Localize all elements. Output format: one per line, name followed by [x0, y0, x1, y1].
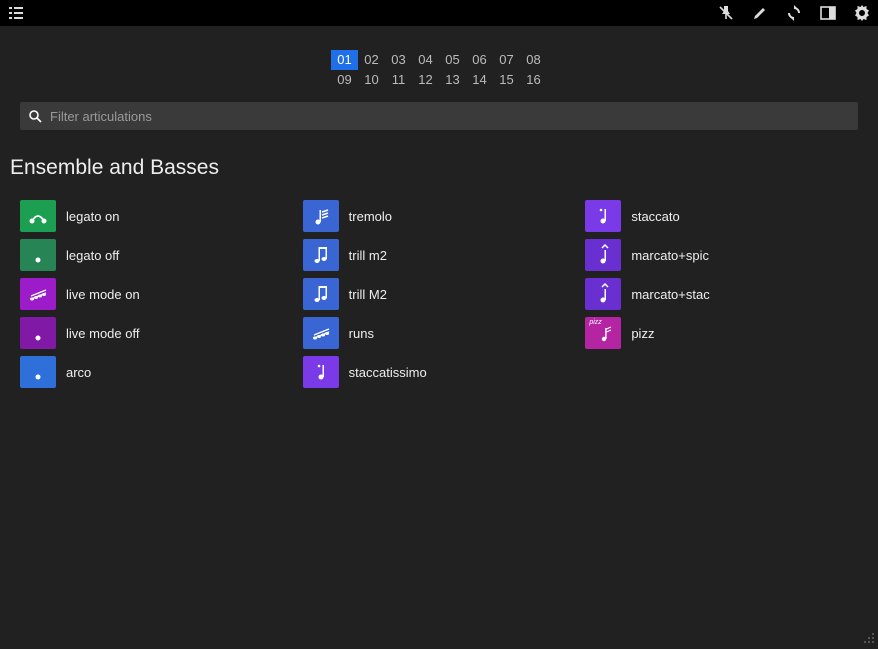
tremolo-icon [303, 200, 339, 232]
top-toolbar [0, 0, 878, 26]
articulation-label: tremolo [349, 209, 392, 224]
pizz-icon: pizz [585, 317, 621, 349]
resize-grip[interactable] [863, 631, 875, 643]
pin-off-icon[interactable] [718, 5, 734, 21]
channel-16[interactable]: 16 [520, 70, 547, 90]
channel-15[interactable]: 15 [493, 70, 520, 90]
articulation-tremolo[interactable]: tremolo [303, 200, 586, 232]
articulation-label: marcato+spic [631, 248, 709, 263]
runs-icon [20, 278, 56, 310]
articulation-label: legato on [66, 209, 120, 224]
channel-09[interactable]: 09 [331, 70, 358, 90]
articulation-label: pizz [631, 326, 654, 341]
articulation-legato-off[interactable]: legato off [20, 239, 303, 271]
runs-icon [303, 317, 339, 349]
articulation-label: runs [349, 326, 374, 341]
channel-12[interactable]: 12 [412, 70, 439, 90]
channel-07[interactable]: 07 [493, 50, 520, 70]
channel-14[interactable]: 14 [466, 70, 493, 90]
articulation-label: trill M2 [349, 287, 387, 302]
channel-05[interactable]: 05 [439, 50, 466, 70]
articulation-trill-m2[interactable]: trill M2 [303, 278, 586, 310]
filter-bar [20, 102, 858, 130]
filter-input[interactable] [50, 109, 850, 124]
search-icon [28, 109, 42, 123]
gear-icon[interactable] [854, 5, 870, 21]
articulation-pizz[interactable]: pizz pizz [585, 317, 868, 349]
stacc-icon [303, 356, 339, 388]
legato-icon [20, 200, 56, 232]
dot-icon [20, 317, 56, 349]
menu-list-icon[interactable] [8, 5, 24, 21]
articulation-trill-m2[interactable]: trill m2 [303, 239, 586, 271]
channel-06[interactable]: 06 [466, 50, 493, 70]
dot-icon [20, 239, 56, 271]
articulation-legato-on[interactable]: legato on [20, 200, 303, 232]
articulation-label: staccato [631, 209, 679, 224]
articulation-grid: legato on legato off live mode on live mode… [20, 200, 868, 388]
articulation-label: marcato+stac [631, 287, 709, 302]
channel-13[interactable]: 13 [439, 70, 466, 90]
marcato-icon [585, 239, 621, 271]
articulation-label: legato off [66, 248, 119, 263]
trill-icon [303, 278, 339, 310]
articulation-label: staccatissimo [349, 365, 427, 380]
channel-10[interactable]: 10 [358, 70, 385, 90]
articulation-arco[interactable]: arco [20, 356, 303, 388]
articulation-label: arco [66, 365, 91, 380]
panels-icon[interactable] [820, 5, 836, 21]
channel-03[interactable]: 03 [385, 50, 412, 70]
articulation-staccatissimo[interactable]: staccatissimo [303, 356, 586, 388]
channel-01[interactable]: 01 [331, 50, 358, 70]
channel-08[interactable]: 08 [520, 50, 547, 70]
channel-selector: 0102030405060708 0910111213141516 [0, 50, 878, 90]
marcato-icon [585, 278, 621, 310]
articulation-label: trill m2 [349, 248, 387, 263]
dot-icon [20, 356, 56, 388]
channel-04[interactable]: 04 [412, 50, 439, 70]
channel-11[interactable]: 11 [385, 70, 412, 90]
channel-02[interactable]: 02 [358, 50, 385, 70]
trill-icon [303, 239, 339, 271]
articulation-label: live mode on [66, 287, 140, 302]
articulation-label: live mode off [66, 326, 139, 341]
stacc-icon [585, 200, 621, 232]
articulation-live-mode-on[interactable]: live mode on [20, 278, 303, 310]
articulation-staccato[interactable]: staccato [585, 200, 868, 232]
articulation-marcato-stac[interactable]: marcato+stac [585, 278, 868, 310]
articulation-live-mode-off[interactable]: live mode off [20, 317, 303, 349]
pencil-icon[interactable] [752, 5, 768, 21]
articulation-runs[interactable]: runs [303, 317, 586, 349]
section-title: Ensemble and Basses [10, 156, 868, 180]
articulation-marcato-spic[interactable]: marcato+spic [585, 239, 868, 271]
sync-icon[interactable] [786, 5, 802, 21]
